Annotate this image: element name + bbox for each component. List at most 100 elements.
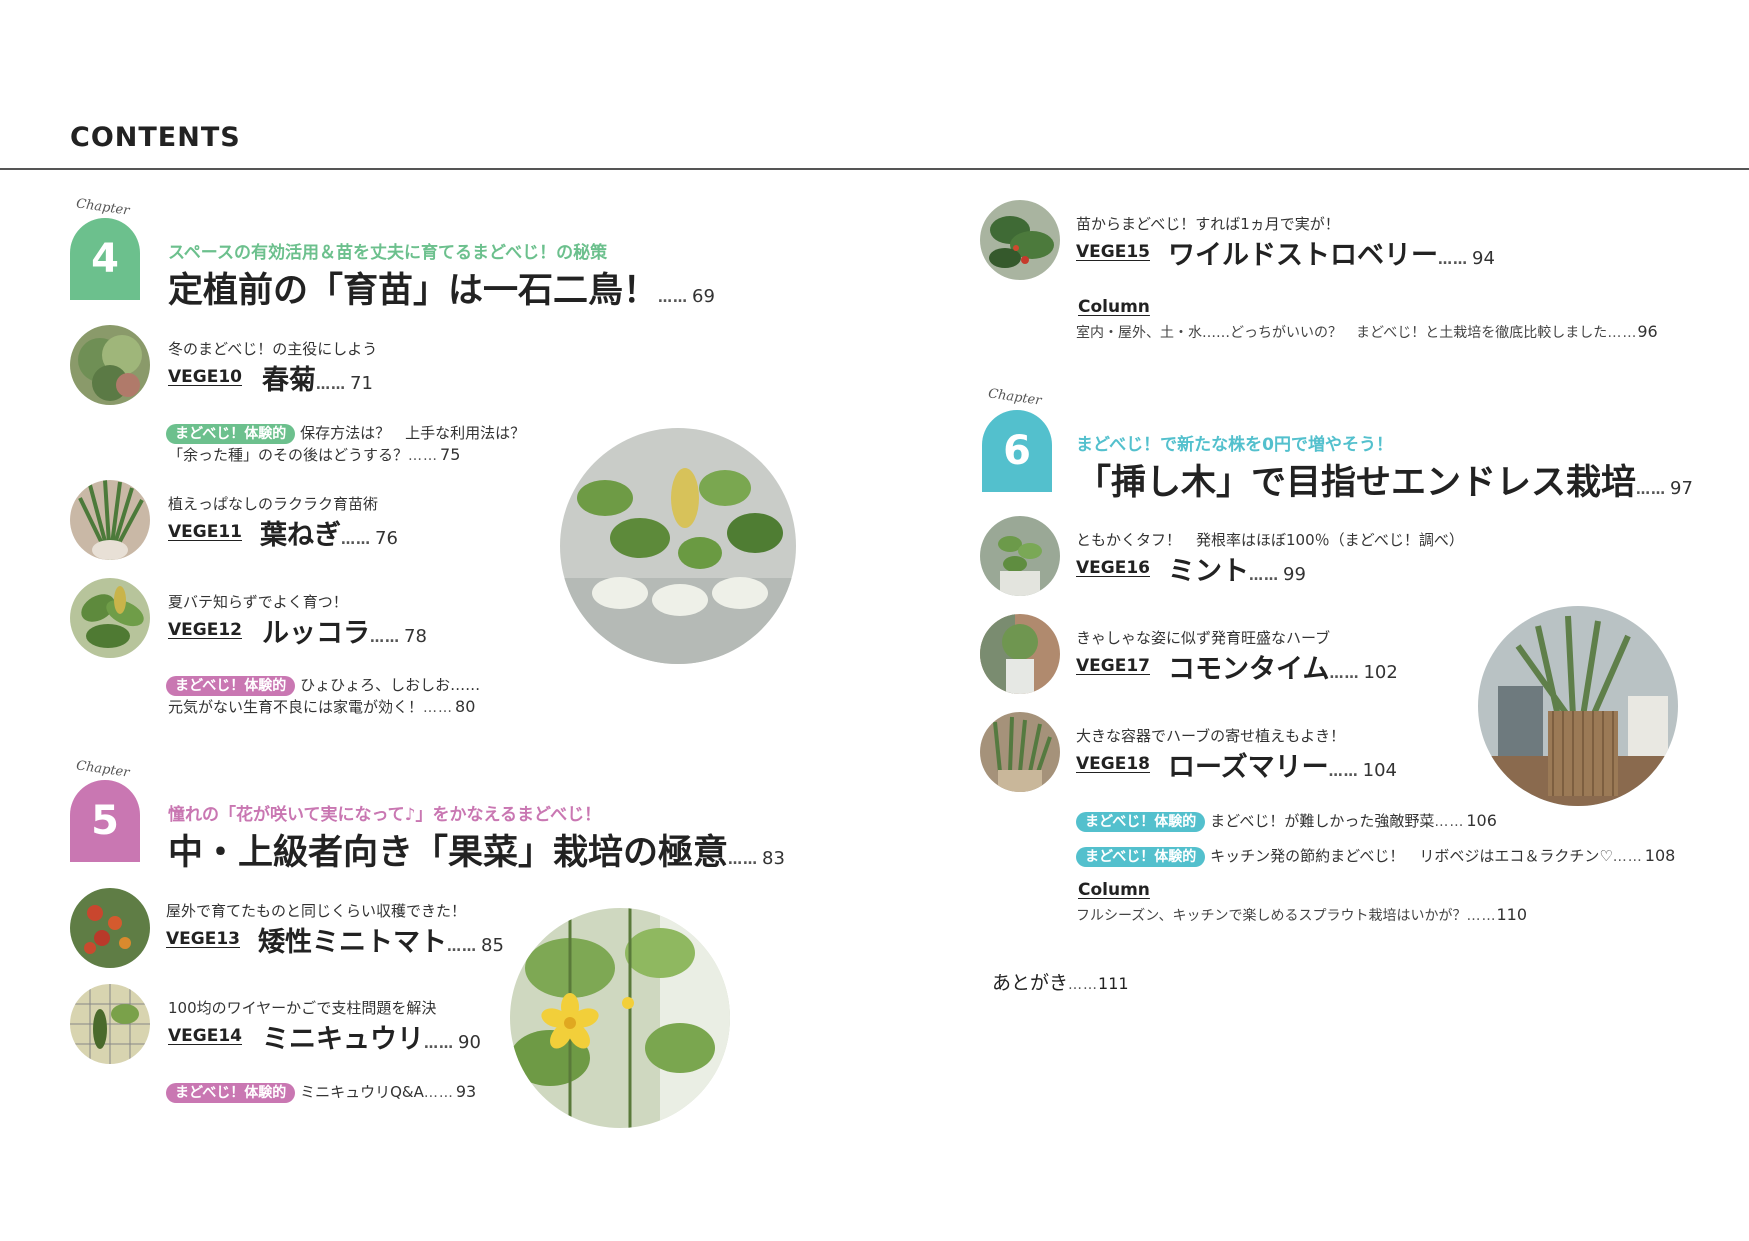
leader-dots: …… [1466, 908, 1497, 924]
page-number: 110 [1496, 905, 1528, 924]
leader-dots: …… [423, 700, 454, 716]
vege-title-text: ワイルドストロベリー [1168, 240, 1438, 271]
vege-title[interactable]: 春菊…… 71 [262, 358, 373, 397]
vege-title[interactable]: ミニキュウリ…… 90 [262, 1017, 481, 1056]
note-text: まどべじ！が難しかった強敵野菜 [1210, 812, 1435, 830]
note-text: ミニキュウリQ&A [300, 1083, 424, 1101]
vege-title-text: ローズマリー [1168, 752, 1329, 783]
vege-title-text: 葉ねぎ [260, 520, 341, 551]
leader-dots: …… [341, 532, 371, 548]
leader-dots: …… [1328, 764, 1359, 780]
note-text: ひょひょろ、しおしお…… [300, 676, 481, 694]
vege-title-text: ミニキュウリ [262, 1024, 424, 1055]
vege-title[interactable]: 葉ねぎ…… 76 [260, 513, 398, 552]
vege-thumbnail [70, 984, 150, 1064]
experience-note[interactable]: まどべじ！体験的 ミニキュウリQ&A…… 93 [166, 1081, 476, 1103]
chapter-title[interactable]: 中・上級者向き「果菜」栽培の極意…… 83 [168, 824, 785, 875]
page-number: 94 [1472, 248, 1495, 269]
vege-title[interactable]: ローズマリー…… 104 [1168, 745, 1397, 784]
vege-title-text: ミント [1168, 556, 1249, 587]
vege-subtitle: 苗からまどべじ！すれば1ヵ月で実が！ [1076, 215, 1340, 233]
cucumber-flower-photo [510, 908, 730, 1128]
chapter-title[interactable]: 定植前の「育苗」は一石二鳥！…… 69 [168, 262, 715, 313]
vege-code: VEGE17 [1076, 656, 1150, 676]
vege-subtitle: 植えっぱなしのラクラク育苗術 [168, 495, 379, 513]
vege-title-text: 矮性ミニトマト [258, 927, 447, 958]
experience-pill: まどべじ！体験的 [166, 1083, 296, 1103]
leader-dots: …… [1434, 814, 1465, 830]
chapter-script-label: Chapter [75, 196, 131, 219]
vege-thumbnail [980, 516, 1060, 596]
vege-subtitle: 100均のワイヤーかごで支柱問題を解決 [168, 999, 437, 1017]
vege-thumbnail [70, 325, 150, 405]
leader-dots: …… [1329, 666, 1360, 682]
chapter-script-label: Chapter [75, 758, 131, 781]
vege-subtitle: 大きな容器でハーブの寄せ植えもよき！ [1076, 727, 1346, 745]
note-text: キッチン発の節約まどべじ！ リボベジはエコ＆ラクチン♡ [1210, 847, 1613, 865]
chapter-number-badge: 4 [70, 218, 140, 300]
column-entry[interactable]: フルシーズン、キッチンで楽しめるスプラウト栽培はいかが？……110 [1076, 905, 1527, 925]
vege-thumbnail [70, 578, 150, 658]
chapter-subtitle: まどべじ！で新たな株を0円で増やそう！ [1076, 435, 1393, 455]
vege-title[interactable]: ルッコラ…… 78 [262, 611, 427, 650]
page-number: 96 [1637, 322, 1658, 341]
leader-dots: …… [1607, 325, 1638, 341]
vege-title-text: 春菊 [262, 365, 316, 396]
vege-code: VEGE16 [1076, 558, 1150, 578]
header-divider [0, 168, 1749, 170]
chapter-number-badge: 5 [70, 780, 140, 862]
afterword-label: あとがき [992, 972, 1069, 994]
chapter-title-text: 「挿し木」で目指せエンドレス栽培 [1076, 463, 1637, 503]
vege-title[interactable]: ワイルドストロベリー…… 94 [1168, 233, 1495, 272]
vege-thumbnail [70, 888, 150, 968]
experience-note[interactable]: まどべじ！体験的 ひょひょろ、しおしお…… [166, 674, 480, 696]
experience-note-line2[interactable]: 「余った種」のその後はどうする？…… 75 [168, 444, 460, 465]
experience-pill: まどべじ！体験的 [166, 676, 296, 696]
vege-title[interactable]: コモンタイム…… 102 [1168, 647, 1398, 686]
leader-dots: …… [370, 630, 400, 646]
experience-pill: まどべじ！体験的 [166, 424, 296, 444]
experience-note-line2[interactable]: 元気がない生育不良には家電が効く！…… 80 [168, 696, 475, 717]
page-number: 106 [1466, 811, 1497, 830]
experience-pill: まどべじ！体験的 [1076, 812, 1206, 832]
page-number: 90 [458, 1032, 481, 1053]
afterword-entry[interactable]: あとがき……111 [992, 968, 1129, 995]
vege-thumbnail [70, 480, 150, 560]
page-number: 71 [350, 373, 373, 394]
rosemary-pot-photo [1478, 606, 1678, 806]
leader-dots: …… [728, 852, 759, 868]
page-number: 75 [440, 445, 461, 464]
vege-code: VEGE10 [168, 367, 242, 387]
column-entry[interactable]: 室内・屋外、土・水……どっちがいいの？ まどべじ！と土栽培を徹底比較しました……… [1076, 322, 1658, 342]
experience-note[interactable]: まどべじ！体験的 保存方法は？ 上手な利用法は？ [166, 422, 525, 444]
vege-code: VEGE15 [1076, 242, 1150, 262]
note-text: 元気がない生育不良には家電が効く！ [168, 698, 424, 716]
vege-thumbnail [980, 712, 1060, 792]
page-number: 104 [1362, 760, 1398, 781]
leader-dots: …… [1636, 482, 1667, 498]
experience-note[interactable]: まどべじ！体験的 まどべじ！が難しかった強敵野菜…… 106 [1076, 810, 1497, 832]
page-number: 102 [1363, 662, 1398, 683]
vege-subtitle: きゃしゃな姿に似ず発育旺盛なハーブ [1076, 629, 1331, 647]
page-number: 78 [404, 626, 427, 647]
leader-dots: …… [423, 1085, 454, 1101]
leader-dots: …… [424, 1036, 454, 1052]
vege-title-text: ルッコラ [262, 618, 370, 649]
vege-subtitle: 冬のまどべじ！の主役にしよう [168, 340, 378, 358]
vege-code: VEGE14 [168, 1026, 242, 1046]
vege-code: VEGE11 [168, 522, 242, 542]
page-number: 76 [375, 528, 398, 549]
vege-title[interactable]: 矮性ミニトマト…… 85 [258, 920, 504, 959]
chapter-title-text: 中・上級者向き「果菜」栽培の極意 [168, 833, 729, 873]
chapter-title[interactable]: 「挿し木」で目指せエンドレス栽培…… 97 [1076, 454, 1693, 505]
vege-subtitle: 夏バテ知らずでよく育つ！ [168, 593, 348, 611]
leader-dots: …… [1249, 568, 1279, 584]
seedling-tray-photo [560, 428, 796, 664]
chapter-subtitle: 憧れの「花が咲いて実になって♪」をかなえるまどべじ！ [168, 805, 602, 825]
column-text: 室内・屋外、土・水……どっちがいいの？ まどべじ！と土栽培を徹底比較しました [1076, 325, 1608, 341]
vege-title[interactable]: ミント…… 99 [1168, 549, 1306, 588]
experience-note[interactable]: まどべじ！体験的 キッチン発の節約まどべじ！ リボベジはエコ＆ラクチン♡…… 10… [1076, 845, 1675, 867]
page-number: 83 [762, 848, 785, 869]
leader-dots: …… [408, 448, 439, 464]
note-text: 保存方法は？ 上手な利用法は？ [300, 424, 526, 442]
